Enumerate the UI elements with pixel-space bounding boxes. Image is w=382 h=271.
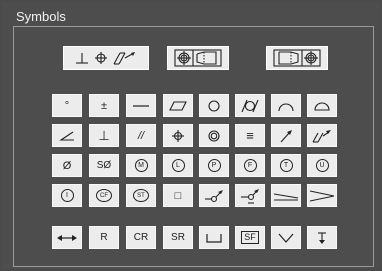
radius-button[interactable]: R xyxy=(89,226,119,249)
concentricity-button[interactable] xyxy=(199,124,229,147)
countersink-icon xyxy=(278,233,294,243)
spherical-diameter-icon: SØ xyxy=(96,160,112,171)
degree-icon: ° xyxy=(64,99,70,112)
counterbore-icon xyxy=(206,233,222,243)
datum-feature-frame-right-button[interactable] xyxy=(266,46,328,70)
free-state-icon: F xyxy=(243,159,257,172)
conical-taper-icon xyxy=(309,190,335,201)
lmc-button[interactable]: L xyxy=(163,154,193,177)
perpendicularity-icon: ⊥ xyxy=(98,127,110,143)
spherical-diameter-button[interactable]: SØ xyxy=(89,154,119,177)
angularity-icon xyxy=(59,131,74,141)
total-runout-button[interactable] xyxy=(307,124,337,147)
circularity-button[interactable] xyxy=(199,94,229,117)
mmc-button[interactable]: M xyxy=(126,154,156,177)
spherical-radius-icon: SR xyxy=(171,232,185,243)
spherical-radius-button[interactable]: SR xyxy=(163,226,193,249)
geometric-tolerance-frame-icon xyxy=(76,52,135,65)
slope-icon xyxy=(273,193,299,200)
symmetry-icon: ≡ xyxy=(246,128,254,143)
countersink-button[interactable] xyxy=(271,226,301,249)
angularity-button[interactable] xyxy=(52,124,82,147)
circular-runout-button[interactable] xyxy=(271,124,301,147)
projected-tolerance-button[interactable]: P xyxy=(199,154,229,177)
straightness-icon xyxy=(133,104,149,107)
total-runout-icon xyxy=(312,129,331,143)
profile-of-line-button[interactable] xyxy=(271,94,301,117)
controlled-radius-button[interactable]: CR xyxy=(126,226,156,249)
profile-of-line-icon xyxy=(278,102,294,111)
cylindricity-button[interactable] xyxy=(235,94,265,117)
plus-minus-button[interactable]: ± xyxy=(89,94,119,117)
perpendicularity-button[interactable]: ⊥ xyxy=(89,124,119,147)
datum-feature-frame-left-button[interactable] xyxy=(167,46,229,70)
tangent-plane-button[interactable]: T xyxy=(271,154,301,177)
radius-icon: R xyxy=(100,232,108,243)
datum-target-right-icon xyxy=(241,188,259,204)
panel-title: Symbols xyxy=(16,9,66,24)
geometric-tolerance-frame-button[interactable] xyxy=(63,46,149,70)
straightness-button[interactable] xyxy=(126,94,156,117)
spotface-button[interactable]: SF xyxy=(235,226,265,249)
square-button[interactable]: □ xyxy=(163,184,193,207)
slope-button[interactable] xyxy=(271,184,301,207)
counterbore-button[interactable] xyxy=(199,226,229,249)
depth-icon xyxy=(318,231,326,244)
profile-of-surface-icon xyxy=(314,101,330,111)
between-icon xyxy=(57,234,77,241)
statistical-tolerance-icon: ST xyxy=(133,189,149,202)
continuous-feature-icon: CF xyxy=(96,189,112,202)
symbols-panel: Symbols ° ± ⊥ // ≡ Ø SØ M L P F T U I CF… xyxy=(2,2,380,269)
position-icon xyxy=(172,129,184,142)
circular-runout-icon xyxy=(280,129,292,142)
circularity-icon xyxy=(208,99,220,112)
flatness-button[interactable] xyxy=(163,94,193,117)
mmc-icon: M xyxy=(134,159,148,172)
controlled-radius-icon: CR xyxy=(133,232,149,243)
datum-target-left-button[interactable] xyxy=(199,184,229,207)
statistical-tolerance-button[interactable]: ST xyxy=(126,184,156,207)
plus-minus-icon: ± xyxy=(100,99,108,112)
projected-tolerance-icon: P xyxy=(207,159,221,172)
datum-target-left-icon xyxy=(205,189,223,202)
profile-of-surface-button[interactable] xyxy=(307,94,337,117)
unequally-disposed-icon: U xyxy=(315,159,329,172)
position-button[interactable] xyxy=(163,124,193,147)
cylindricity-icon xyxy=(241,99,259,112)
datum-feature-frame-left-icon xyxy=(174,49,222,67)
lmc-icon: L xyxy=(171,159,185,172)
unequally-disposed-button[interactable]: U xyxy=(307,154,337,177)
between-button[interactable] xyxy=(52,226,82,249)
parallelism-button[interactable]: // xyxy=(126,124,156,147)
conical-taper-button[interactable] xyxy=(307,184,337,207)
flatness-icon xyxy=(169,100,187,111)
independency-button[interactable]: I xyxy=(52,184,82,207)
symmetry-button[interactable]: ≡ xyxy=(235,124,265,147)
diameter-button[interactable]: Ø xyxy=(52,154,82,177)
datum-target-right-button[interactable] xyxy=(235,184,265,207)
tangent-plane-icon: T xyxy=(279,159,293,172)
degree-button[interactable]: ° xyxy=(52,94,82,117)
diameter-icon: Ø xyxy=(62,159,72,172)
independency-icon: I xyxy=(60,189,74,202)
datum-feature-frame-right-icon xyxy=(273,49,321,67)
depth-button[interactable] xyxy=(307,226,337,249)
parallelism-icon: // xyxy=(137,129,145,142)
spotface-icon: SF xyxy=(241,231,259,244)
concentricity-icon xyxy=(208,129,220,142)
square-icon: □ xyxy=(174,189,182,202)
free-state-button[interactable]: F xyxy=(235,154,265,177)
continuous-feature-button[interactable]: CF xyxy=(89,184,119,207)
